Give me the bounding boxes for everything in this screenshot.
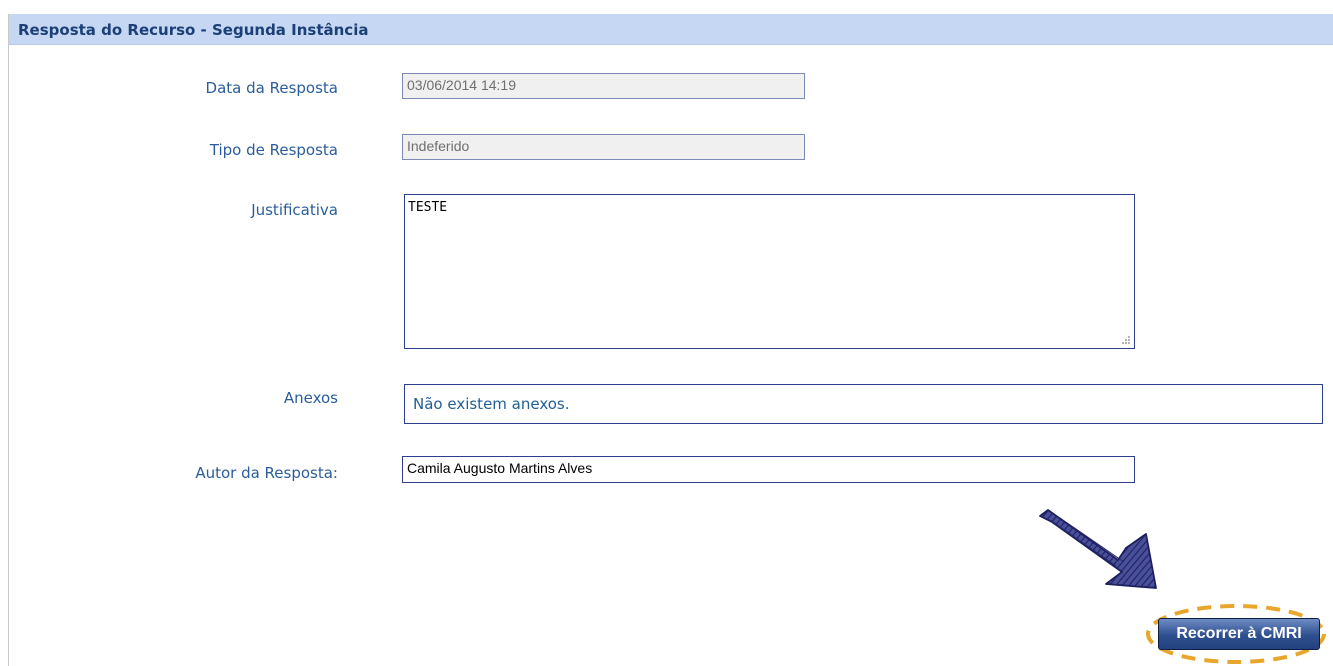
- anexos-label: Anexos: [283, 389, 338, 407]
- tipo-resposta-label: Tipo de Resposta: [209, 141, 338, 159]
- justificativa-textarea[interactable]: TESTE: [404, 194, 1135, 349]
- recorrer-cmri-button[interactable]: Recorrer à CMRI: [1158, 618, 1320, 650]
- anexos-box: Não existem anexos.: [404, 384, 1323, 424]
- justificativa-text: TESTE: [408, 200, 448, 215]
- autor-resposta-field: Camila Augusto Martins Alves: [402, 456, 1135, 483]
- tipo-resposta-field: Indeferido: [402, 134, 805, 160]
- autor-resposta-label: Autor da Resposta:: [195, 464, 338, 482]
- justificativa-label: Justificativa: [251, 201, 338, 219]
- panel-header: Resposta do Recurso - Segunda Instância: [9, 14, 1333, 45]
- data-resposta-label: Data da Resposta: [205, 79, 338, 97]
- resize-grip-icon[interactable]: [1120, 334, 1131, 345]
- panel-title: Resposta do Recurso - Segunda Instância: [18, 21, 369, 39]
- data-resposta-field: 03/06/2014 14:19: [402, 73, 805, 99]
